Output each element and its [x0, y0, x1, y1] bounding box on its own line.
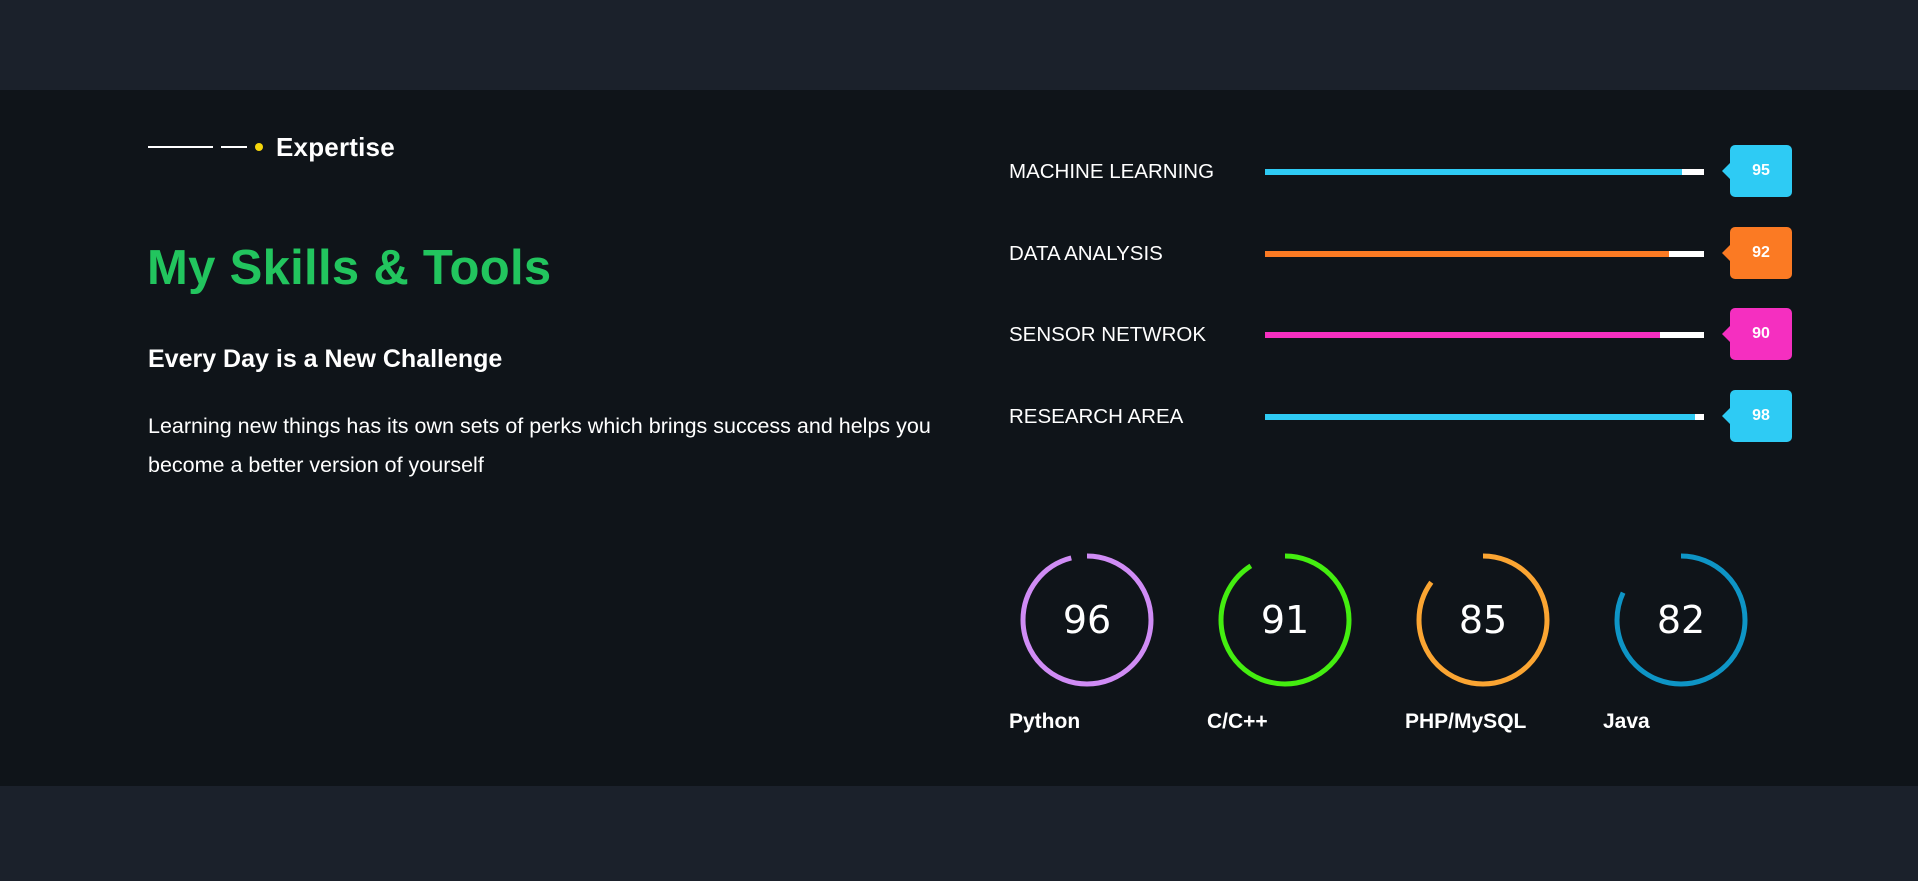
skill-bar-machine-learning: MACHINE LEARNING 95	[1009, 145, 1793, 199]
tool-circle-php-mysql: 85 PHP/MySQL	[1405, 552, 1585, 752]
circle-value: 82	[1656, 598, 1706, 642]
skill-bar-label: MACHINE LEARNING	[1009, 160, 1215, 183]
eyebrow-long-line	[148, 146, 213, 148]
tool-circle-java: 82 Java	[1603, 552, 1783, 752]
section-eyebrow: Expertise	[148, 132, 395, 162]
circle-label: Python	[1009, 710, 1081, 733]
eyebrow-dot	[255, 143, 263, 151]
bottom-band	[0, 786, 1918, 881]
circle-label: PHP/MySQL	[1405, 710, 1527, 733]
section-title: My Skills & Tools	[147, 241, 552, 295]
skill-bar-track	[1265, 332, 1704, 338]
skill-bar-track	[1265, 169, 1704, 175]
eyebrow-label: Expertise	[276, 131, 395, 162]
skill-bar-label: DATA ANALYSIS	[1009, 242, 1163, 265]
skill-bar-label: RESEARCH AREA	[1009, 405, 1184, 428]
circle-value: 91	[1260, 598, 1310, 642]
skill-bar-fill	[1265, 414, 1696, 420]
tool-circle-cpp: 91 C/C++	[1207, 552, 1387, 752]
skill-bar-fill	[1265, 251, 1669, 257]
skill-bar-label: SENSOR NETWROK	[1009, 323, 1207, 346]
circle-value: 85	[1458, 598, 1508, 642]
skill-bar-badge: 95	[1722, 145, 1792, 197]
tool-circle-python: 96 Python	[1009, 552, 1189, 752]
eyebrow-short-line	[221, 146, 247, 148]
skill-bar-track	[1265, 414, 1704, 420]
section-subtitle: Every Day is a New Challenge	[148, 345, 503, 373]
skills-section: Expertise My Skills & Tools Every Day is…	[0, 90, 1918, 786]
skill-bar-badge: 98	[1722, 390, 1792, 442]
top-band	[0, 0, 1918, 90]
circle-label: Java	[1603, 710, 1650, 733]
skill-bar-research-area: RESEARCH AREA 98	[1009, 390, 1793, 444]
skill-bar-sensor-network: SENSOR NETWROK 90	[1009, 308, 1793, 362]
skill-bar-data-analysis: DATA ANALYSIS 92	[1009, 227, 1793, 281]
skill-bar-badge: 92	[1722, 227, 1792, 279]
circle-label: C/C++	[1207, 710, 1268, 733]
section-description: Learning new things has its own sets of …	[148, 414, 931, 477]
skill-bar-fill	[1265, 169, 1683, 175]
circle-value: 96	[1062, 598, 1112, 642]
skill-bar-badge: 90	[1722, 308, 1792, 360]
skill-bar-fill	[1265, 332, 1661, 338]
skill-bar-track	[1265, 251, 1704, 257]
